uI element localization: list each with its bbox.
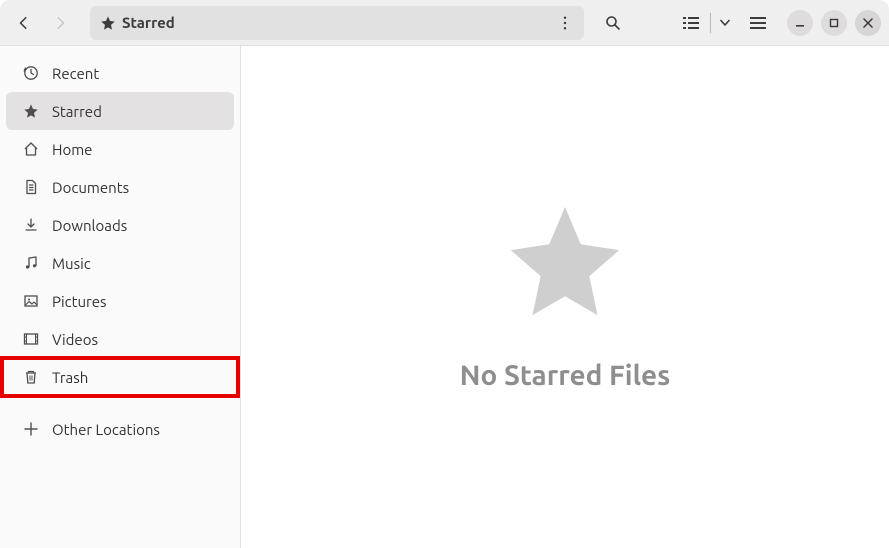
sidebar-item-label: Starred — [52, 103, 102, 120]
video-icon — [22, 331, 40, 347]
close-icon — [863, 18, 873, 28]
sidebar-item-label: Downloads — [52, 217, 127, 234]
maximize-button[interactable] — [821, 10, 847, 36]
sidebar-item-recent[interactable]: Recent — [6, 54, 234, 92]
document-icon — [22, 179, 40, 195]
sidebar-item-pictures[interactable]: Pictures — [6, 282, 234, 320]
view-options-button[interactable] — [713, 6, 737, 40]
list-icon — [683, 16, 699, 30]
sidebar-item-videos[interactable]: Videos — [6, 320, 234, 358]
sidebar-item-label: Pictures — [52, 293, 107, 310]
sidebar-item-label: Other Locations — [52, 421, 160, 438]
sidebar-item-documents[interactable]: Documents — [6, 168, 234, 206]
view-mode-group — [674, 6, 737, 40]
star-icon — [22, 103, 40, 119]
sidebar-item-label: Recent — [52, 65, 99, 82]
star-icon — [500, 196, 630, 330]
empty-state-text: No Starred Files — [460, 360, 671, 391]
sidebar-item-trash[interactable]: Trash — [6, 358, 234, 396]
sidebar: Recent Starred Home Documents Downloads — [0, 46, 241, 548]
sidebar-item-home[interactable]: Home — [6, 130, 234, 168]
window-controls — [787, 10, 881, 36]
download-icon — [22, 217, 40, 233]
sidebar-item-starred[interactable]: Starred — [6, 92, 234, 130]
kebab-icon — [563, 16, 567, 30]
trash-icon — [22, 369, 40, 385]
chevron-down-icon — [720, 19, 730, 27]
list-view-button[interactable] — [674, 6, 708, 40]
headerbar: Starred — [0, 0, 889, 46]
sidebar-item-music[interactable]: Music — [6, 244, 234, 282]
home-icon — [22, 141, 40, 157]
picture-icon — [22, 293, 40, 309]
search-button[interactable] — [596, 6, 630, 40]
path-label: Starred — [122, 14, 175, 31]
forward-button[interactable] — [44, 7, 76, 39]
sidebar-item-label: Videos — [52, 331, 98, 348]
header-right — [674, 6, 881, 40]
close-button[interactable] — [855, 10, 881, 36]
sidebar-item-label: Music — [52, 255, 91, 272]
hamburger-menu-button[interactable] — [741, 6, 775, 40]
divider — [710, 13, 711, 33]
main-content: No Starred Files — [241, 46, 889, 548]
search-icon — [605, 15, 621, 31]
chevron-right-icon — [53, 16, 67, 30]
music-icon — [22, 255, 40, 271]
clock-icon — [22, 65, 40, 81]
hamburger-icon — [750, 17, 766, 29]
path-menu-button[interactable] — [552, 10, 578, 36]
pathbar[interactable]: Starred — [90, 6, 584, 40]
minimize-button[interactable] — [787, 10, 813, 36]
sidebar-item-label: Documents — [52, 179, 129, 196]
body-area: Recent Starred Home Documents Downloads — [0, 46, 889, 548]
sidebar-item-downloads[interactable]: Downloads — [6, 206, 234, 244]
sidebar-item-label: Home — [52, 141, 92, 158]
minimize-icon — [795, 18, 805, 28]
sidebar-item-label: Trash — [52, 369, 88, 386]
maximize-icon — [829, 18, 839, 28]
chevron-left-icon — [17, 16, 31, 30]
back-button[interactable] — [8, 7, 40, 39]
sidebar-item-other-locations[interactable]: Other Locations — [6, 410, 234, 448]
star-icon — [100, 15, 116, 31]
plus-icon — [22, 422, 40, 436]
